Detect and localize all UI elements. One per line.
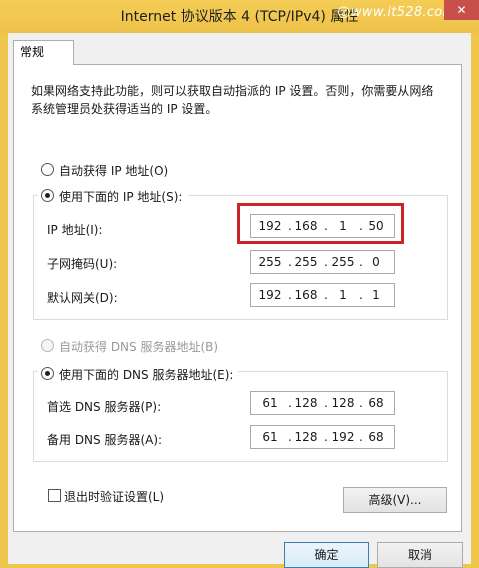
subnet-mask-input[interactable]: 255 . 255 . 255 . 0 bbox=[250, 250, 395, 274]
radio-auto-ip-label[interactable]: 自动获得 IP 地址(O) bbox=[59, 162, 168, 179]
radio-auto-dns[interactable] bbox=[41, 339, 54, 352]
preferred-dns-input[interactable]: 61 . 128 . 128 . 68 bbox=[250, 391, 395, 415]
radio-manual-ip[interactable] bbox=[41, 189, 54, 202]
pdns-octet-2: 128 bbox=[294, 396, 318, 410]
ip-address-label: IP 地址(I): bbox=[47, 223, 103, 237]
watermark: www.it528.com bbox=[351, 5, 456, 20]
octet-dot: . bbox=[324, 288, 328, 302]
alternate-dns-label: 备用 DNS 服务器(A): bbox=[47, 433, 163, 447]
close-button[interactable]: ✕ bbox=[444, 0, 479, 20]
radio-manual-dns[interactable] bbox=[41, 367, 54, 380]
default-gateway-label: 默认网关(D): bbox=[47, 291, 118, 305]
adns-octet-1: 61 bbox=[262, 430, 278, 444]
subnet-mask-label: 子网掩码(U): bbox=[47, 257, 118, 271]
default-gateway-input[interactable]: 192 . 168 . 1 . 1 bbox=[250, 283, 395, 307]
gateway-octet-4: 1 bbox=[372, 288, 380, 302]
watermark-logo-icon: ☺ bbox=[337, 6, 351, 21]
adns-octet-4: 68 bbox=[368, 430, 384, 444]
gateway-octet-3: 1 bbox=[339, 288, 347, 302]
description-text: 如果网络支持此功能，则可以获取自动指派的 IP 设置。否则，你需要从网络系统管理… bbox=[31, 84, 434, 116]
alternate-dns-input[interactable]: 61 . 128 . 192 . 68 bbox=[250, 425, 395, 449]
tab-general[interactable]: 常规 bbox=[13, 40, 74, 65]
validate-on-exit-checkbox[interactable] bbox=[48, 489, 61, 502]
advanced-button[interactable]: 高级(V)... bbox=[343, 487, 447, 513]
radio-auto-ip[interactable] bbox=[41, 163, 54, 176]
gateway-octet-2: 168 bbox=[294, 288, 318, 302]
octet-dot: . bbox=[324, 396, 328, 410]
pdns-octet-3: 128 bbox=[331, 396, 355, 410]
gateway-octet-1: 192 bbox=[258, 288, 282, 302]
mask-octet-4: 0 bbox=[372, 255, 380, 269]
cancel-button[interactable]: 取消 bbox=[377, 542, 463, 568]
pdns-octet-4: 68 bbox=[368, 396, 384, 410]
radio-auto-dns-label[interactable]: 自动获得 DNS 服务器地址(B) bbox=[59, 338, 218, 355]
radio-manual-ip-label[interactable]: 使用下面的 IP 地址(S): bbox=[59, 188, 182, 205]
octet-dot: . bbox=[324, 430, 328, 444]
pdns-octet-1: 61 bbox=[262, 396, 278, 410]
preferred-dns-label: 首选 DNS 服务器(P): bbox=[47, 400, 162, 414]
mask-octet-2: 255 bbox=[294, 255, 318, 269]
ok-button[interactable]: 确定 bbox=[284, 542, 369, 568]
mask-octet-1: 255 bbox=[258, 255, 282, 269]
mask-octet-3: 255 bbox=[331, 255, 355, 269]
ip-address-highlight-box bbox=[237, 203, 404, 244]
validate-on-exit-label[interactable]: 退出时验证设置(L) bbox=[64, 488, 164, 505]
radio-manual-dns-label[interactable]: 使用下面的 DNS 服务器地址(E): bbox=[59, 366, 233, 383]
octet-dot: . bbox=[324, 255, 328, 269]
adns-octet-3: 192 bbox=[331, 430, 355, 444]
adns-octet-2: 128 bbox=[294, 430, 318, 444]
